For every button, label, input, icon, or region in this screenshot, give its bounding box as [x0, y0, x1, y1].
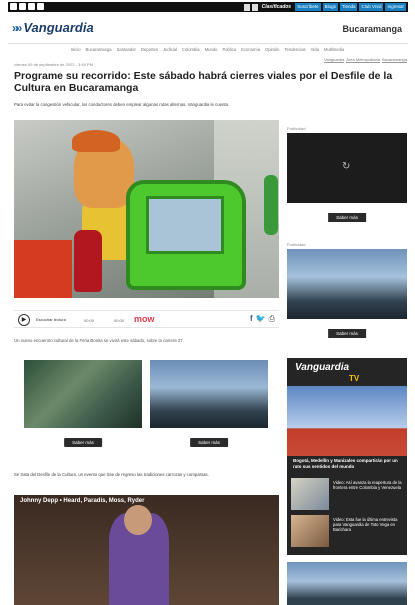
- nav-item-deportes[interactable]: Deportes: [141, 44, 158, 56]
- reload-icon[interactable]: ↻: [342, 161, 350, 172]
- site-header: »» Vanguardia Bucaramanga: [8, 14, 408, 44]
- facebook-icon[interactable]: [10, 3, 17, 10]
- vtv-featured-title[interactable]: Bogotá, Medellín y Manizales compartirán…: [293, 458, 403, 469]
- player-time-total: 00:00: [114, 318, 125, 323]
- nav-item-opinion[interactable]: Opinión: [265, 44, 279, 56]
- article-main-image: [14, 120, 279, 298]
- listen-label[interactable]: Escuchar lectura: [36, 317, 66, 322]
- twitter-icon[interactable]: [28, 3, 35, 10]
- vtv-item-title[interactable]: Video: Así avanza la reapertura de la fr…: [333, 480, 403, 490]
- vtv-brand: Vanguardia: [295, 362, 350, 373]
- club-button[interactable]: Club Vnrd: [359, 3, 384, 11]
- nav-item-santander[interactable]: Santander: [117, 44, 136, 56]
- blogs-button[interactable]: Blogs: [322, 3, 338, 11]
- inline-ad-1[interactable]: Saber más: [24, 360, 142, 455]
- site-logo[interactable]: »» Vanguardia: [12, 20, 94, 35]
- facebook-share-icon[interactable]: f: [250, 314, 253, 324]
- logo-text: Vanguardia: [23, 20, 94, 35]
- ad-cta-button[interactable]: Saber más: [64, 438, 102, 447]
- vtv-tv-label: TV: [349, 374, 360, 383]
- tag-link[interactable]: Bucaramanga: [382, 57, 407, 63]
- nav-item-colombia[interactable]: Colombia: [182, 44, 200, 56]
- share-buttons: f 🐦 ⎙: [250, 314, 275, 324]
- ad-cta-button[interactable]: Saber más: [328, 329, 366, 338]
- classifieds-link[interactable]: Clasificados: [260, 4, 293, 10]
- vtv-featured-image[interactable]: [287, 386, 407, 456]
- vtv-item-title[interactable]: Video: Esta fue la última entrevista par…: [333, 517, 403, 532]
- user-icon[interactable]: [243, 3, 250, 11]
- subscribe-button[interactable]: Suscríbete: [295, 3, 321, 11]
- vtv-thumbnail[interactable]: [291, 515, 329, 547]
- article-date: viernes 09 de septiembre de 2022 - 3:49 …: [14, 62, 93, 67]
- tag-link[interactable]: Vanguardia: [324, 57, 345, 63]
- print-icon[interactable]: ⎙: [269, 314, 275, 324]
- audio-player: ▶ Escuchar lectura 00:00 00:00 mow f 🐦 ⎙: [14, 310, 279, 328]
- image-caption: Un nuevo encuentro cultural de la Feria …: [14, 338, 184, 343]
- top-bar: Clasificados Suscríbete Blogs Tienda Clu…: [8, 2, 408, 12]
- top-actions: Clasificados Suscríbete Blogs Tienda Clu…: [243, 3, 406, 11]
- nav-item-mundo[interactable]: Mundo: [205, 44, 218, 56]
- sidebar-ad-2[interactable]: Saber más: [287, 249, 407, 344]
- sidebar-ad-1[interactable]: ↻ Saber más: [287, 133, 407, 228]
- article-title: Programe su recorrido: Este sábado habrá…: [14, 70, 393, 94]
- ad-image[interactable]: [287, 249, 407, 319]
- nav-item-inicio[interactable]: Inicio: [71, 44, 81, 56]
- nav-item-multimedia[interactable]: Multimedia: [324, 44, 344, 56]
- sidebar-ad-3[interactable]: [287, 562, 407, 605]
- vtv-list-item[interactable]: Video: Esta fue la última entrevista par…: [291, 515, 403, 549]
- inline-ad-2[interactable]: Saber más: [150, 360, 268, 455]
- ad-image[interactable]: [150, 360, 268, 428]
- video-player[interactable]: Johnny Depp • Heard, Paradis, Moss, Ryde…: [14, 495, 279, 605]
- play-icon[interactable]: ▶: [18, 314, 30, 326]
- nav-item-bucaramanga[interactable]: Bucaramanga: [86, 44, 112, 56]
- main-nav: Inicio Bucaramanga Santander Deportes Ju…: [0, 44, 415, 56]
- logo-arrows-icon: »»: [12, 20, 23, 35]
- nav-item-politica[interactable]: Política: [222, 44, 236, 56]
- tag-link[interactable]: Área Metropolitana: [346, 57, 381, 63]
- ad-image[interactable]: [287, 562, 407, 605]
- player-time-current: 00:00: [84, 318, 95, 323]
- social-links: [10, 3, 44, 10]
- vanguardia-tv-widget: Vanguardia TV Bogotá, Medellín y Manizal…: [287, 358, 407, 555]
- ad-image[interactable]: [24, 360, 142, 428]
- nav-item-judicial[interactable]: Judicial: [163, 44, 177, 56]
- player-brand: mow: [134, 314, 155, 324]
- vtv-thumbnail[interactable]: [291, 478, 329, 510]
- nav-item-vida[interactable]: Vida: [311, 44, 319, 56]
- store-button[interactable]: Tienda: [339, 3, 358, 11]
- search-icon[interactable]: [251, 3, 258, 11]
- nav-item-economia[interactable]: Economía: [241, 44, 260, 56]
- nav-item-tendencias[interactable]: Tendencias: [284, 44, 305, 56]
- twitter-share-icon[interactable]: 🐦: [256, 314, 266, 324]
- vtv-list-item[interactable]: Video: Así avanza la reapertura de la fr…: [291, 478, 403, 512]
- instagram-icon[interactable]: [19, 3, 26, 10]
- ad-cta-button[interactable]: Saber más: [328, 213, 366, 222]
- ad-label: Publicidad: [287, 126, 306, 131]
- article-lead: Para evitar la congestión vehicular, los…: [14, 102, 230, 107]
- login-button[interactable]: Ingresar: [385, 3, 406, 11]
- video-title: Johnny Depp • Heard, Paradis, Moss, Ryde…: [20, 498, 145, 504]
- ad-label: Publicidad: [287, 242, 306, 247]
- article-tags: Vanguardia Área Metropolitana Bucaramang…: [324, 57, 407, 63]
- article-body: Se trata del Desfile de la Cultura, un e…: [14, 472, 209, 477]
- city-label: Bucaramanga: [342, 24, 402, 34]
- ad-cta-button[interactable]: Saber más: [190, 438, 228, 447]
- youtube-icon[interactable]: [37, 3, 44, 10]
